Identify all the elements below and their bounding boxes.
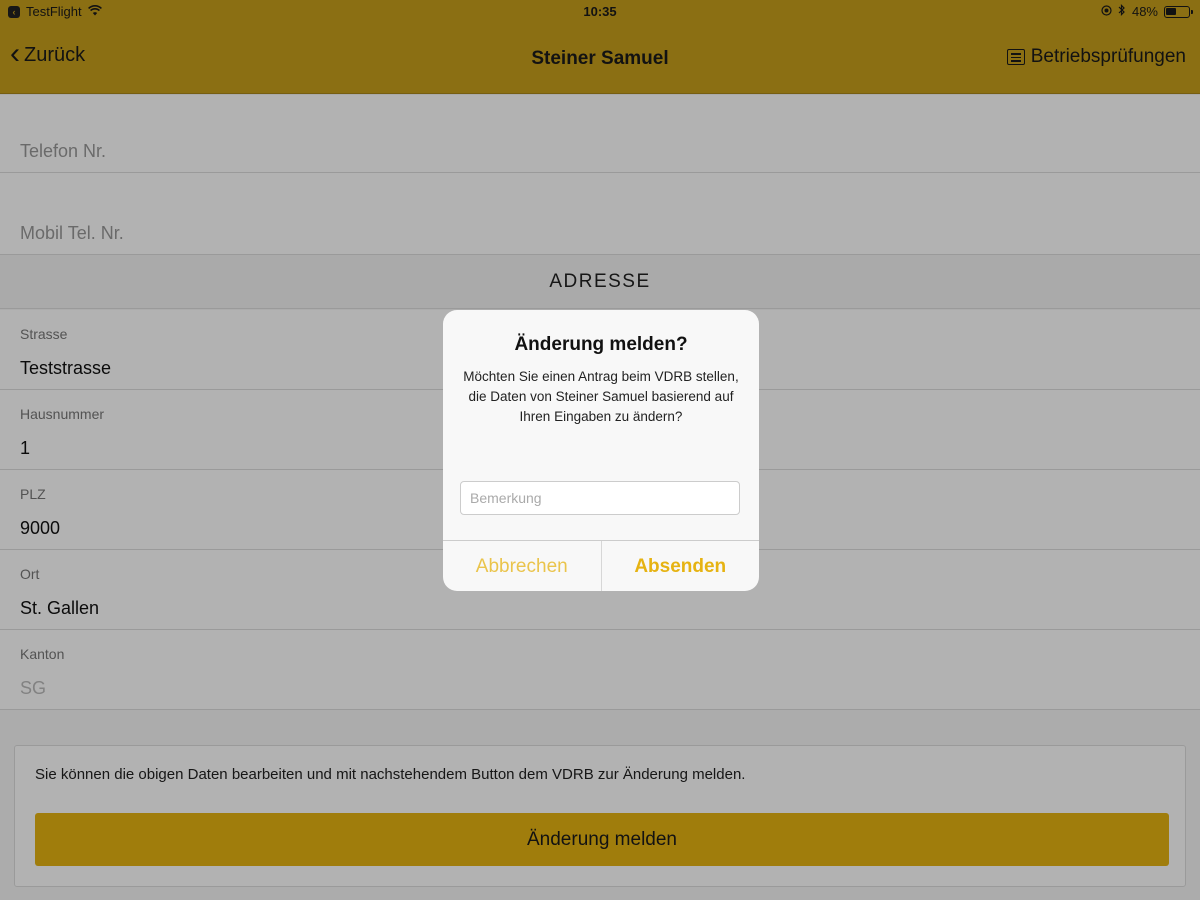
bemerkung-input[interactable] <box>460 481 740 515</box>
dialog-actions: Abbrechen Absenden <box>443 540 759 591</box>
dialog-message: Möchten Sie einen Antrag beim VDRB stell… <box>463 369 739 424</box>
cancel-button[interactable]: Abbrechen <box>443 541 602 591</box>
dialog-title: Änderung melden? <box>514 334 688 355</box>
alert-dialog: Änderung melden? Möchten Sie einen Antra… <box>443 310 759 591</box>
submit-button[interactable]: Absenden <box>602 541 760 591</box>
